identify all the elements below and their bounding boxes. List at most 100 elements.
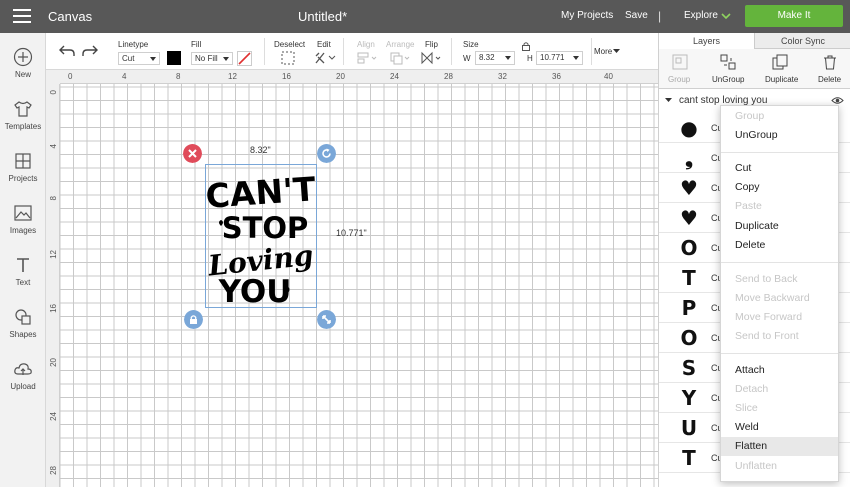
context-menu: Group UnGroup Cut Copy Paste Duplicate D… <box>720 105 839 482</box>
menu-item-duplicate[interactable]: Duplicate <box>721 217 838 236</box>
arrange-icon[interactable] <box>389 51 411 65</box>
layer-actions: Group UnGroup Duplicate Delete <box>659 49 850 89</box>
make-it-button[interactable]: Make It <box>745 5 843 27</box>
resize-handle-icon[interactable] <box>317 310 336 329</box>
fill-select[interactable]: No Fill <box>191 52 233 65</box>
expand-group-icon[interactable] <box>665 98 672 103</box>
plus-circle-icon <box>13 47 33 67</box>
projects-icon <box>15 153 31 169</box>
height-input[interactable]: 10.771 <box>536 51 583 65</box>
menu-item-unflatten[interactable]: Unflatten <box>721 457 838 476</box>
left-sidebar: New Templates Projects Images Text Shape… <box>0 33 46 487</box>
save-link[interactable]: Save <box>625 10 648 21</box>
sidebar-item-upload[interactable]: Upload <box>0 359 46 391</box>
shapes-icon <box>15 309 31 325</box>
ruler-tick: 36 <box>552 72 561 81</box>
sidebar-item-projects[interactable]: Projects <box>0 151 46 183</box>
menu-item-delete[interactable]: Delete <box>721 236 838 255</box>
ruler-tick: 32 <box>498 72 507 81</box>
flip-icon[interactable] <box>420 51 442 65</box>
menu-item-copy[interactable]: Copy <box>721 178 838 197</box>
layer-thumbnail: U <box>680 416 698 440</box>
ungroup-icon[interactable] <box>720 54 736 70</box>
topbar-divider: | <box>658 9 662 23</box>
group-icon[interactable] <box>672 54 688 70</box>
menu-item-send-to-front[interactable]: Send to Front <box>721 327 838 346</box>
undo-icon[interactable] <box>58 44 76 58</box>
menu-item-send-to-back[interactable]: Send to Back <box>721 270 838 289</box>
chevron-down-icon[interactable] <box>720 10 732 22</box>
redo-icon[interactable] <box>81 44 99 58</box>
layer-thumbnail: T <box>682 446 696 470</box>
duplicate-icon[interactable] <box>772 54 788 70</box>
sidebar-item-label: Text <box>15 278 31 287</box>
rotate-handle-icon[interactable] <box>317 144 336 163</box>
menu-item-move-backward[interactable]: Move Backward <box>721 289 838 308</box>
explore-link[interactable]: Explore <box>684 10 718 21</box>
lock-aspect-icon[interactable] <box>521 41 531 51</box>
ruler-tick: 20 <box>49 358 58 367</box>
width-label: W <box>463 54 471 63</box>
edit-tools-icon[interactable] <box>314 51 336 65</box>
sidebar-item-label: Templates <box>4 122 42 131</box>
width-input[interactable]: 8.32 <box>475 51 515 65</box>
hamburger-menu-icon[interactable] <box>13 9 31 23</box>
menu-item-move-forward[interactable]: Move Forward <box>721 308 838 327</box>
tab-color-sync[interactable]: Color Sync <box>755 33 850 49</box>
deselect-icon[interactable] <box>281 51 295 65</box>
layer-thumbnail: ● <box>680 116 698 140</box>
menu-item-slice[interactable]: Slice <box>721 399 838 418</box>
lock-handle-icon[interactable] <box>184 310 203 329</box>
menu-item-detach[interactable]: Detach <box>721 380 838 399</box>
linetype-label: Linetype <box>118 40 149 49</box>
menu-item-flatten[interactable]: Flatten <box>721 437 838 456</box>
sidebar-item-shapes[interactable]: Shapes <box>0 307 46 339</box>
sidebar-item-templates[interactable]: Templates <box>0 99 46 131</box>
delete-handle-icon[interactable] <box>183 144 202 163</box>
menu-item-cut[interactable]: Cut <box>721 159 838 178</box>
ruler-tick: 28 <box>49 466 58 475</box>
ruler-tick: 8 <box>176 72 181 81</box>
sidebar-item-label: New <box>14 70 31 79</box>
menu-item-attach[interactable]: Attach <box>721 361 838 380</box>
more-button[interactable]: More <box>594 47 612 56</box>
duplicate-button[interactable]: Duplicate <box>765 75 798 84</box>
cant-stop-loving-you-design[interactable]: CAN'T STOP Loving YOU <box>207 168 315 306</box>
width-dimension-label: 8.32" <box>250 145 271 155</box>
align-icon[interactable] <box>356 51 378 65</box>
group-button[interactable]: Group <box>668 75 690 84</box>
ruler-tick: 40 <box>604 72 613 81</box>
line-color-swatch[interactable] <box>167 51 181 65</box>
edit-toolbar: Linetype Cut Fill No Fill Deselect Edit … <box>46 33 658 70</box>
sidebar-item-images[interactable]: Images <box>0 203 46 235</box>
trash-icon[interactable] <box>822 54 838 70</box>
menu-item-ungroup[interactable]: UnGroup <box>721 126 838 145</box>
linetype-select[interactable]: Cut <box>118 52 160 65</box>
my-projects-link[interactable]: My Projects <box>561 10 613 21</box>
sidebar-item-text[interactable]: Text <box>0 255 46 287</box>
delete-button[interactable]: Delete <box>818 75 841 84</box>
menu-separator <box>721 262 838 263</box>
ruler-tick: 0 <box>68 72 73 81</box>
layer-thumbnail: ♥ <box>680 206 698 230</box>
no-fill-swatch-icon[interactable] <box>237 51 252 66</box>
document-title[interactable]: Untitled* <box>298 9 347 24</box>
sidebar-item-new[interactable]: New <box>0 47 46 79</box>
ruler-tick: 24 <box>49 412 58 421</box>
menu-item-group[interactable]: Group <box>721 107 838 126</box>
ruler-tick: 24 <box>390 72 399 81</box>
ruler-corner <box>46 70 60 84</box>
toolbar-divider <box>451 38 452 65</box>
menu-separator <box>721 152 838 153</box>
menu-item-paste[interactable]: Paste <box>721 197 838 216</box>
tab-layers[interactable]: Layers <box>659 33 755 49</box>
size-label: Size <box>463 40 479 49</box>
menu-separator <box>721 353 838 354</box>
chevron-down-icon[interactable] <box>613 49 620 54</box>
design-canvas[interactable] <box>60 84 658 487</box>
menu-item-weld[interactable]: Weld <box>721 418 838 437</box>
visibility-eye-icon[interactable] <box>831 96 844 105</box>
ruler-tick: 28 <box>444 72 453 81</box>
ungroup-button[interactable]: UnGroup <box>712 75 744 84</box>
height-dimension-label: 10.771" <box>336 228 367 238</box>
